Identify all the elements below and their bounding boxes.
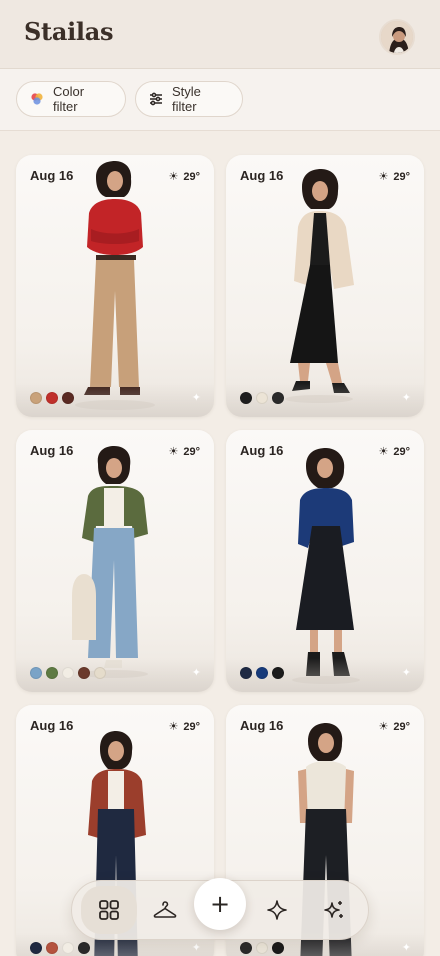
filter-bar: Color filter Style filter — [0, 69, 440, 131]
color-swatches — [240, 392, 288, 404]
grid-icon — [99, 900, 119, 920]
outfit-date: Aug 16 — [240, 168, 284, 183]
color-swatch — [272, 392, 284, 404]
outfit-card[interactable]: Aug 16 ☀ 29° ✦ — [226, 155, 424, 417]
color-swatch — [78, 942, 90, 954]
color-swatches — [30, 942, 94, 954]
color-filter-button[interactable]: Color filter — [16, 81, 126, 117]
sun-icon: ☀ — [378, 446, 389, 458]
add-outfit-button[interactable]: + — [194, 878, 246, 930]
color-swatch — [30, 392, 42, 404]
style-filter-button[interactable]: Style filter — [135, 81, 243, 117]
sliders-icon — [148, 91, 164, 107]
nav-wardrobe-button[interactable] — [145, 890, 185, 930]
weather-badge: ☀ 29° — [378, 445, 410, 459]
hanger-icon — [153, 901, 177, 918]
add-icon: + — [209, 890, 231, 918]
temperature: 29° — [393, 170, 410, 183]
style-filter-label: Style filter — [172, 84, 201, 114]
color-swatch — [62, 942, 74, 954]
nav-ai-button[interactable] — [314, 890, 354, 930]
color-swatch — [256, 667, 268, 679]
color-swatches — [30, 667, 110, 679]
color-swatch — [240, 942, 252, 954]
sun-icon: ☀ — [378, 171, 389, 183]
outfit-date: Aug 16 — [240, 718, 284, 733]
color-swatch — [30, 667, 42, 679]
color-palette-icon — [29, 91, 45, 107]
app-header: Stailas — [0, 0, 440, 69]
sparkle-icon[interactable]: ✦ — [192, 666, 201, 679]
outfit-grid: Aug 16 ☀ 29° ✦ Aug 16 ☀ 29° ✦ Aug 16 ☀ 2… — [0, 131, 440, 956]
outfit-card[interactable]: Aug 16 ☀ 29° ✦ — [16, 430, 214, 692]
sun-icon: ☀ — [168, 446, 179, 458]
sparkles-icon — [324, 901, 343, 918]
sun-icon: ☀ — [168, 171, 179, 183]
sun-icon: ☀ — [378, 721, 389, 733]
outfit-card[interactable]: Aug 16 ☀ 29° ✦ — [226, 430, 424, 692]
sun-icon: ☀ — [168, 721, 179, 733]
sparkle-icon[interactable]: ✦ — [402, 391, 411, 404]
temperature: 29° — [393, 445, 410, 458]
avatar[interactable] — [379, 19, 415, 55]
brand-title: Stailas — [24, 17, 114, 46]
temperature: 29° — [183, 720, 200, 733]
color-swatch — [272, 942, 284, 954]
color-swatch — [46, 942, 58, 954]
sparkle-icon[interactable]: ✦ — [402, 666, 411, 679]
avatar-image — [381, 21, 413, 53]
outfit-photo — [72, 446, 148, 678]
outfit-photo — [285, 169, 354, 403]
color-swatch — [94, 667, 106, 679]
weather-badge: ☀ 29° — [168, 170, 200, 184]
weather-badge: ☀ 29° — [168, 445, 200, 459]
weather-badge: ☀ 29° — [378, 720, 410, 734]
outfit-date: Aug 16 — [30, 443, 74, 458]
outfit-date: Aug 16 — [30, 168, 74, 183]
color-swatch — [256, 942, 268, 954]
color-swatch — [240, 392, 252, 404]
sparkle-icon[interactable]: ✦ — [192, 941, 201, 954]
sparkle-icon[interactable]: ✦ — [192, 391, 201, 404]
color-swatch — [46, 392, 58, 404]
color-swatch — [30, 942, 42, 954]
outfit-date: Aug 16 — [30, 718, 74, 733]
color-swatch — [240, 667, 252, 679]
color-swatches — [240, 667, 288, 679]
app-root: Stailas Color filter Style filter Aug 16… — [0, 0, 440, 956]
sparkle-icon[interactable]: ✦ — [402, 941, 411, 954]
outfit-date: Aug 16 — [240, 443, 284, 458]
color-swatch — [78, 667, 90, 679]
sparkle-outline-icon — [267, 900, 287, 920]
temperature: 29° — [393, 720, 410, 733]
nav-grid-button[interactable] — [81, 886, 137, 934]
color-swatch — [62, 392, 74, 404]
outfit-card[interactable]: Aug 16 ☀ 29° ✦ — [16, 155, 214, 417]
color-swatch — [46, 667, 58, 679]
outfit-photo — [292, 448, 360, 684]
outfit-photo — [75, 161, 155, 410]
color-swatch — [256, 392, 268, 404]
color-swatch — [272, 667, 284, 679]
color-filter-label: Color filter — [53, 84, 85, 114]
weather-badge: ☀ 29° — [378, 170, 410, 184]
weather-badge: ☀ 29° — [168, 720, 200, 734]
color-swatches — [30, 392, 78, 404]
color-swatches — [240, 942, 288, 954]
color-swatch — [62, 667, 74, 679]
nav-inspire-button[interactable] — [257, 890, 297, 930]
temperature: 29° — [183, 170, 200, 183]
temperature: 29° — [183, 445, 200, 458]
